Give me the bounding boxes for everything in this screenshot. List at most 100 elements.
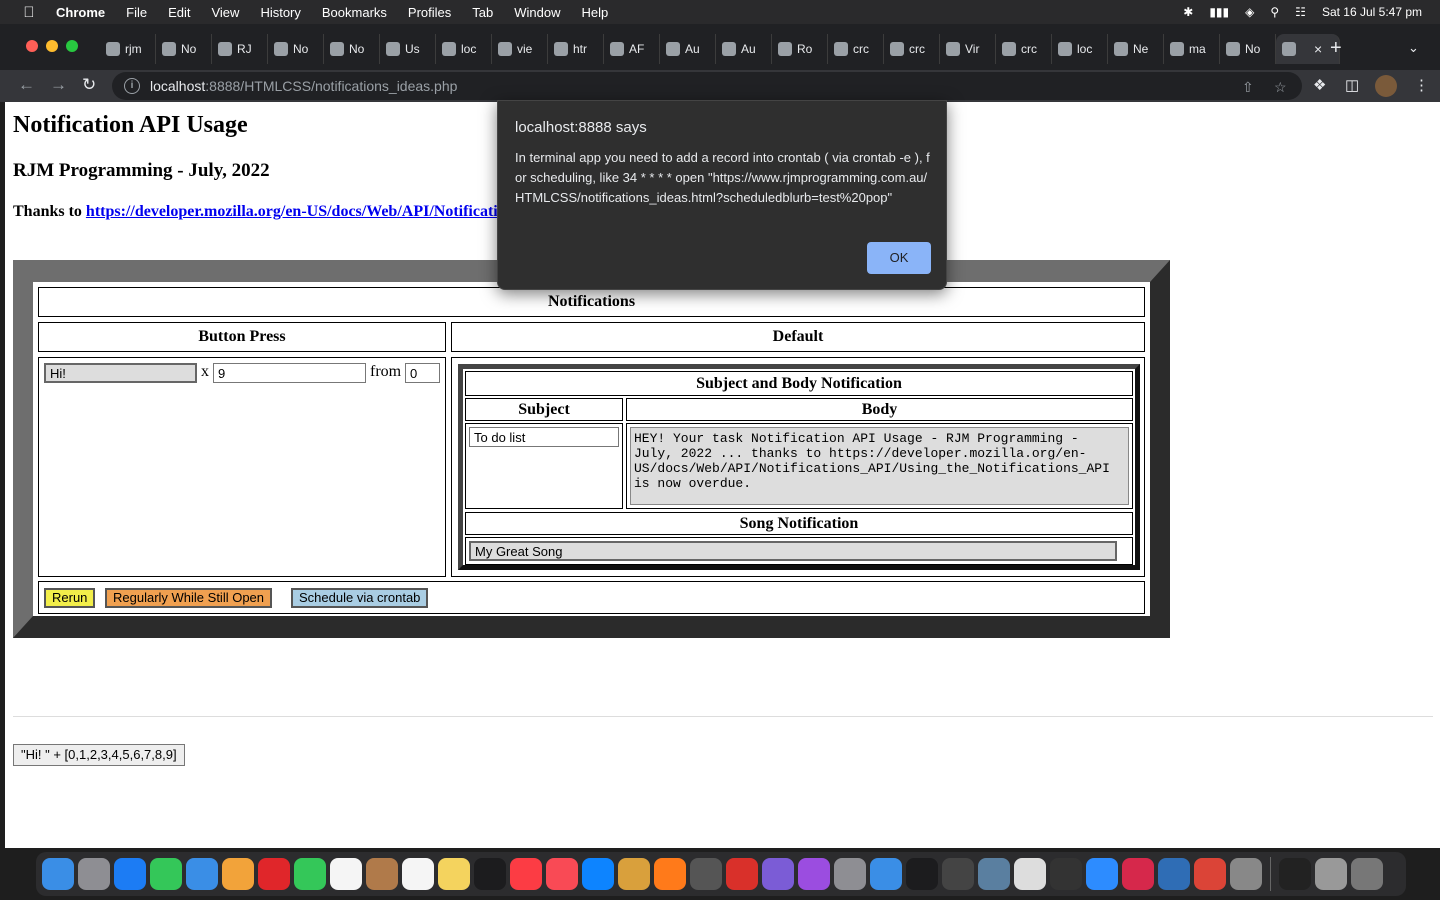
browser-tab[interactable]: ma — [1164, 34, 1220, 64]
dock-app-icon[interactable] — [186, 858, 218, 890]
browser-tab[interactable]: No — [268, 34, 324, 64]
extensions-icon[interactable]: ❖ — [1313, 76, 1326, 94]
new-tab-button[interactable]: + — [1330, 38, 1342, 58]
zoom-window-button[interactable] — [66, 40, 78, 52]
dock-app-icon[interactable] — [798, 858, 830, 890]
dock-app-icon[interactable] — [294, 858, 326, 890]
menu-profiles[interactable]: Profiles — [408, 5, 451, 20]
browser-tab[interactable]: AF — [604, 34, 660, 64]
wifi-icon[interactable]: ◈ — [1245, 5, 1254, 19]
dock-app-icon[interactable] — [438, 858, 470, 890]
browser-tab[interactable]: crc — [884, 34, 940, 64]
dock-app-icon[interactable] — [366, 858, 398, 890]
dock-app-icon[interactable] — [1230, 858, 1262, 890]
menu-tab[interactable]: Tab — [472, 5, 493, 20]
menu-window[interactable]: Window — [514, 5, 560, 20]
schedule-crontab-button[interactable]: Schedule via crontab — [291, 588, 429, 608]
dock-app-icon[interactable] — [870, 858, 902, 890]
browser-tab[interactable]: Vir — [940, 34, 996, 64]
menu-edit[interactable]: Edit — [168, 5, 190, 20]
dock-app-icon[interactable] — [510, 858, 542, 890]
dock-app-icon[interactable] — [1279, 858, 1311, 890]
star-icon[interactable]: ☆ — [1274, 79, 1287, 96]
browser-tab[interactable]: RJ — [212, 34, 268, 64]
dock-app-icon[interactable] — [834, 858, 866, 890]
browser-tab[interactable]: Au — [660, 34, 716, 64]
menu-history[interactable]: History — [260, 5, 300, 20]
alert-ok-button[interactable]: OK — [867, 242, 931, 274]
menubar-clock[interactable]: Sat 16 Jul 5:47 pm — [1322, 5, 1422, 19]
browser-tab[interactable]: No — [1220, 34, 1276, 64]
menu-icon[interactable]: ⋮ — [1414, 76, 1429, 94]
dock-app-icon[interactable] — [546, 858, 578, 890]
body-textarea[interactable]: HEY! Your task Notification API Usage - … — [630, 427, 1129, 505]
browser-tab[interactable]: vie — [492, 34, 548, 64]
regularly-button[interactable]: Regularly While Still Open — [105, 588, 273, 608]
dock-app-icon[interactable] — [762, 858, 794, 890]
browser-tab[interactable]: No — [324, 34, 380, 64]
mdn-link[interactable]: https://developer.mozilla.org/en-US/docs… — [86, 203, 498, 220]
dock-app-icon[interactable] — [690, 858, 722, 890]
dock-app-icon[interactable] — [582, 858, 614, 890]
menu-bookmarks[interactable]: Bookmarks — [322, 5, 387, 20]
browser-tab[interactable]: crc — [996, 34, 1052, 64]
dock-app-icon[interactable] — [942, 858, 974, 890]
dock-app-icon[interactable] — [1014, 858, 1046, 890]
repeat-count-input[interactable] — [213, 363, 366, 383]
reload-icon[interactable]: ↻ — [82, 75, 96, 95]
browser-tab[interactable]: Ne — [1108, 34, 1164, 64]
minimize-window-button[interactable] — [46, 40, 58, 52]
control-center-icon[interactable]: ☷ — [1295, 5, 1306, 19]
bluetooth-icon[interactable]: ✱ — [1183, 5, 1193, 19]
dock-app-icon[interactable] — [654, 858, 686, 890]
browser-tab[interactable]: loc — [436, 34, 492, 64]
browser-tab[interactable]: htr — [548, 34, 604, 64]
menu-file[interactable]: File — [126, 5, 147, 20]
dock-app-icon[interactable] — [150, 858, 182, 890]
dock-app-icon[interactable] — [330, 858, 362, 890]
dock-app-icon[interactable] — [402, 858, 434, 890]
subject-input[interactable] — [469, 427, 619, 447]
dock-app-icon[interactable] — [42, 858, 74, 890]
sidepanel-icon[interactable]: ◫ — [1345, 76, 1359, 94]
profile-avatar[interactable] — [1375, 75, 1397, 97]
browser-tab[interactable]: Au — [716, 34, 772, 64]
battery-icon[interactable]: ▮▮▮ — [1209, 5, 1229, 19]
dock-app-icon[interactable] — [258, 858, 290, 890]
back-icon[interactable]: ← — [18, 75, 35, 95]
result-button[interactable]: "Hi! " + [0,1,2,3,4,5,6,7,8,9] — [13, 744, 185, 766]
search-icon[interactable]: ⚲ — [1270, 5, 1279, 19]
browser-tab[interactable]: Ro — [772, 34, 828, 64]
browser-tab[interactable]: No — [156, 34, 212, 64]
dock-app-icon[interactable] — [114, 858, 146, 890]
notification-text-input[interactable] — [44, 363, 197, 383]
dock-app-icon[interactable] — [1050, 858, 1082, 890]
info-icon[interactable]: i — [124, 78, 140, 94]
dock-app-icon[interactable] — [726, 858, 758, 890]
dock-app-icon[interactable] — [474, 858, 506, 890]
share-icon[interactable]: ⇧ — [1242, 79, 1254, 96]
dock-app-icon[interactable] — [906, 858, 938, 890]
forward-icon[interactable]: → — [50, 75, 67, 95]
dock-app-icon[interactable] — [1122, 858, 1154, 890]
rerun-button[interactable]: Rerun — [44, 588, 96, 608]
menu-help[interactable]: Help — [582, 5, 609, 20]
song-input[interactable] — [469, 541, 1117, 561]
dock-app-icon[interactable] — [978, 858, 1010, 890]
dock-app-icon[interactable] — [1315, 858, 1347, 890]
browser-tab[interactable]: loc — [1052, 34, 1108, 64]
dock-app-icon[interactable] — [1158, 858, 1190, 890]
browser-tab[interactable]: Us — [380, 34, 436, 64]
dock-app-icon[interactable] — [78, 858, 110, 890]
address-bar[interactable]: i localhost:8888/HTMLCSS/notifications_i… — [112, 72, 1302, 100]
close-window-button[interactable] — [26, 40, 38, 52]
dock-app-icon[interactable] — [1086, 858, 1118, 890]
dock-app-icon[interactable] — [1351, 858, 1383, 890]
chevron-down-icon[interactable]: ⌄ — [1408, 40, 1419, 56]
browser-tab[interactable]: rjm — [100, 34, 156, 64]
dock-app-icon[interactable] — [1194, 858, 1226, 890]
browser-tab[interactable]: crc — [828, 34, 884, 64]
menu-view[interactable]: View — [211, 5, 239, 20]
dock-app-icon[interactable] — [618, 858, 650, 890]
dock-app-icon[interactable] — [222, 858, 254, 890]
